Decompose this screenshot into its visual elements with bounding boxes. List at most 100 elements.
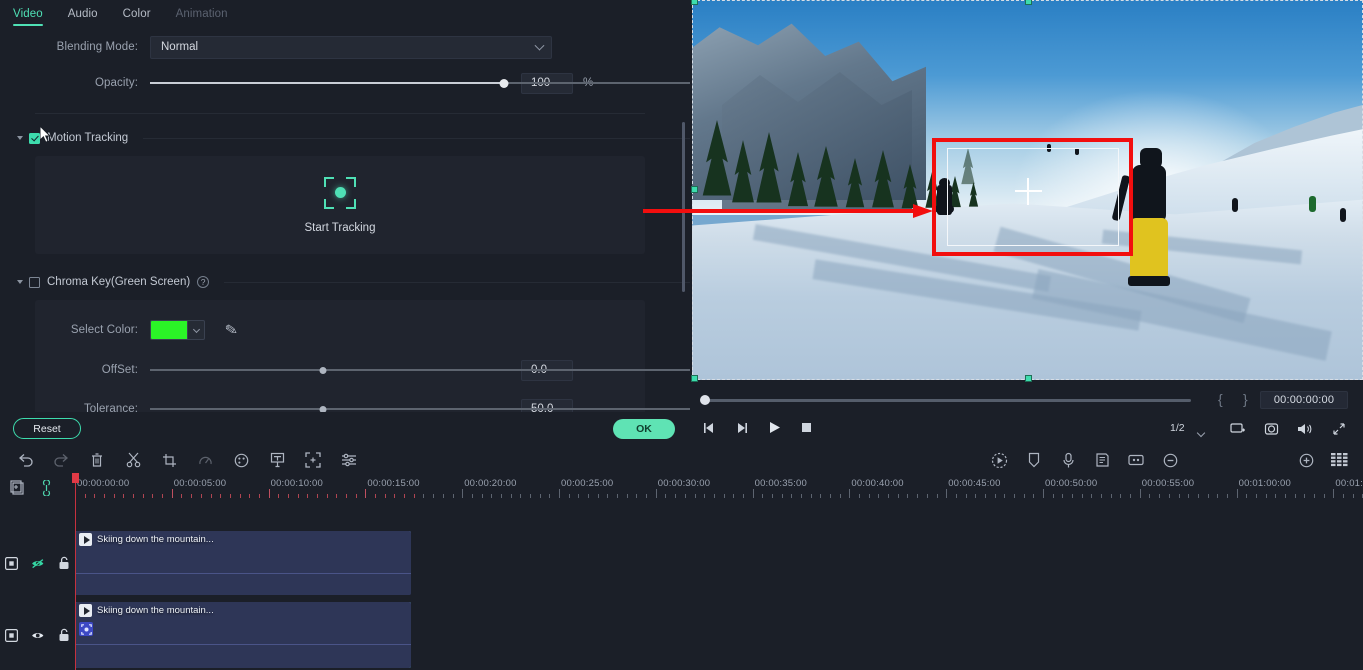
unlock-icon[interactable]: [57, 556, 71, 570]
quality-chevron-down-icon[interactable]: [1196, 423, 1206, 441]
undo-icon[interactable]: [16, 451, 34, 469]
ruler-tick-minor: [491, 494, 493, 498]
tab-video[interactable]: Video: [13, 0, 43, 26]
prev-frame-button[interactable]: [702, 421, 716, 440]
redo-icon[interactable]: [52, 451, 70, 469]
resize-handle-bottom-left[interactable]: [691, 375, 698, 382]
preview-scrub-track[interactable]: [704, 399, 1191, 402]
color-picker[interactable]: [150, 320, 205, 340]
tolerance-value-input[interactable]: 50.0: [521, 398, 573, 412]
zoom-in-icon[interactable]: [1297, 451, 1315, 469]
blending-mode-select[interactable]: Normal: [150, 35, 552, 59]
link-icon[interactable]: [37, 479, 55, 497]
ruler-tick-minor: [278, 494, 280, 498]
mark-in-button[interactable]: {: [1218, 391, 1223, 407]
ruler-tick-minor: [394, 494, 396, 498]
audio-mixer-icon[interactable]: [340, 451, 358, 469]
ruler-tick-minor: [326, 494, 328, 498]
stop-button[interactable]: [800, 421, 813, 439]
ruler-tick-minor: [665, 494, 667, 498]
fit-timeline-icon[interactable]: [1127, 451, 1145, 469]
chroma-key-header[interactable]: Chroma Key(Green Screen) ?: [0, 270, 690, 294]
tolerance-row: Tolerance: 50.0: [35, 395, 690, 412]
preview-scrub-knob[interactable]: [700, 395, 710, 405]
add-track-icon[interactable]: [8, 479, 26, 497]
ruler-tick-minor: [907, 494, 909, 498]
clip-play-icon[interactable]: [79, 533, 92, 546]
ruler-tick-major: [171, 489, 173, 498]
timeline-ruler[interactable]: 00:00:00:00 00:00:05:00 00:00:10:00 00:00:1…: [0, 473, 1363, 501]
resize-handle-middle-left[interactable]: [691, 186, 698, 193]
crop-icon[interactable]: [160, 451, 178, 469]
ruler-tick-minor: [471, 494, 473, 498]
track-thumb-icon[interactable]: [5, 556, 19, 570]
speaker-icon[interactable]: [1297, 422, 1313, 441]
offset-slider[interactable]: [150, 363, 690, 377]
color-icon[interactable]: [232, 451, 250, 469]
ok-button[interactable]: OK: [613, 418, 675, 439]
playback-quality-label[interactable]: 1/2: [1170, 422, 1185, 434]
header-rule: [224, 281, 690, 283]
resize-handle-bottom-center[interactable]: [1025, 375, 1032, 382]
chroma-key-checkbox[interactable]: [29, 276, 40, 288]
tab-audio[interactable]: Audio: [68, 0, 98, 26]
eye-off-icon[interactable]: [31, 556, 45, 570]
track-2-head: [0, 602, 75, 668]
color-dropdown-button[interactable]: [188, 320, 205, 340]
split-icon[interactable]: [124, 451, 142, 469]
start-tracking-button[interactable]: Start Tracking: [305, 222, 376, 234]
resize-handle-top-left[interactable]: [691, 0, 698, 5]
motion-tracking-icon[interactable]: [304, 451, 322, 469]
delete-icon[interactable]: [88, 451, 106, 469]
audio-detach-icon[interactable]: [1093, 451, 1111, 469]
resize-handle-top-center[interactable]: [1025, 0, 1032, 5]
ruler-tick-minor: [413, 494, 415, 498]
reset-button[interactable]: Reset: [13, 418, 81, 439]
ruler-tick-major: [268, 489, 270, 498]
next-frame-button[interactable]: [735, 421, 749, 440]
grid-view-icon[interactable]: [1329, 451, 1351, 469]
playhead[interactable]: [75, 473, 76, 670]
ruler-tick-minor: [307, 494, 309, 498]
motion-tracking-badge-icon[interactable]: [79, 622, 93, 636]
color-swatch[interactable]: [150, 320, 188, 340]
expand-triangle-icon[interactable]: [17, 136, 23, 140]
fullscreen-icon[interactable]: [1332, 422, 1346, 441]
speed-icon[interactable]: [196, 451, 214, 469]
zoom-out-icon[interactable]: [1161, 451, 1179, 469]
text-icon[interactable]: [268, 451, 286, 469]
clip-play-icon[interactable]: [79, 604, 92, 617]
tolerance-slider[interactable]: [150, 402, 690, 412]
tab-animation[interactable]: Animation: [176, 0, 228, 26]
unlock-icon[interactable]: [57, 628, 71, 642]
timeline-clip-2[interactable]: Skiing down the mountain...: [75, 602, 411, 668]
screen-icon[interactable]: [1230, 422, 1245, 441]
playhead-handle[interactable]: [72, 473, 79, 483]
header-rule: [143, 137, 690, 139]
expand-triangle-icon[interactable]: [17, 280, 23, 284]
track-2: Skiing down the mountain...: [0, 602, 1363, 668]
motion-tracking-checkbox[interactable]: [29, 132, 40, 144]
help-icon[interactable]: ?: [197, 276, 210, 288]
tracking-target-icon[interactable]: [324, 176, 356, 209]
motion-tracking-header[interactable]: Motion Tracking: [0, 126, 690, 150]
ruler-tick-minor: [1062, 494, 1064, 498]
track-thumb-icon[interactable]: [5, 628, 19, 642]
ruler-tick-minor: [762, 494, 764, 498]
marker-icon[interactable]: [1025, 451, 1043, 469]
render-preview-icon[interactable]: [990, 451, 1008, 469]
tab-color[interactable]: Color: [123, 0, 151, 26]
eye-icon[interactable]: [31, 628, 45, 642]
ruler-tick-minor: [162, 494, 164, 498]
eyedropper-icon[interactable]: ✎: [224, 320, 239, 340]
opacity-slider[interactable]: [150, 76, 690, 90]
motion-tracking-box[interactable]: [947, 148, 1119, 246]
play-button[interactable]: [767, 420, 782, 440]
timeline-clip-1[interactable]: Skiing down the mountain...: [75, 531, 411, 595]
voiceover-icon[interactable]: [1059, 451, 1077, 469]
camera-icon[interactable]: [1264, 422, 1279, 441]
properties-scroll-area[interactable]: Blending Mode: Normal Opacity: 100 %: [0, 30, 690, 412]
ruler-tick-minor: [113, 494, 115, 498]
preview-timecode[interactable]: 00:00:00:00: [1260, 391, 1348, 409]
mark-out-button[interactable]: }: [1243, 391, 1248, 407]
